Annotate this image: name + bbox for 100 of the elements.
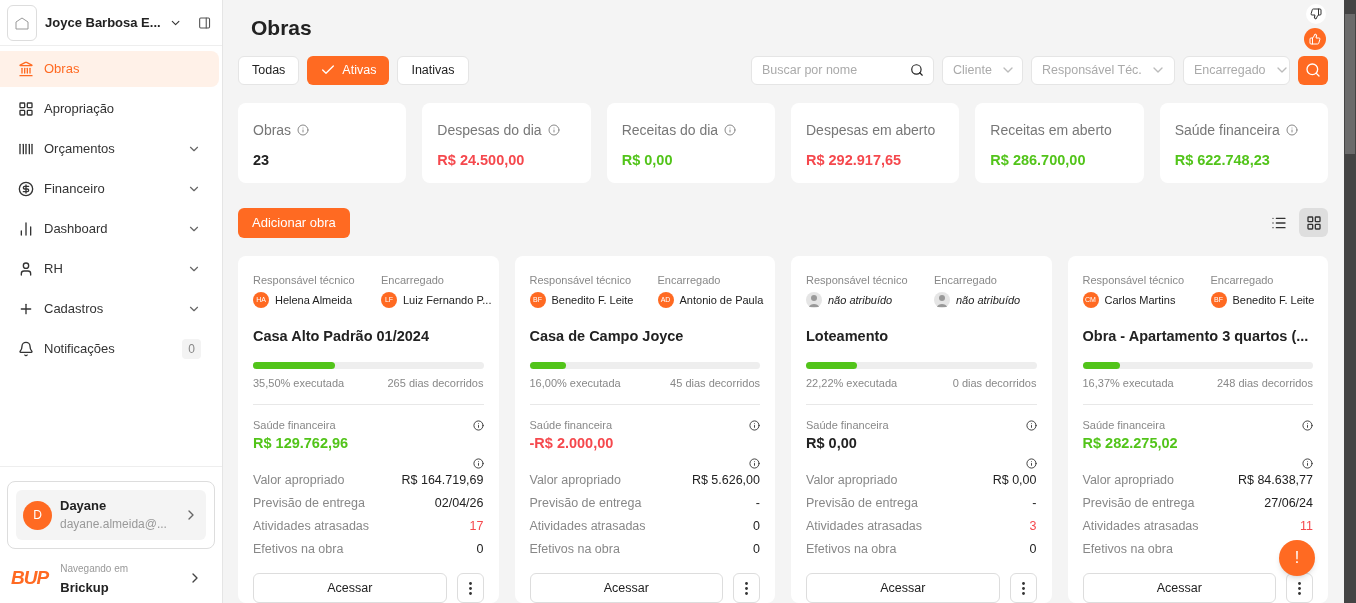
more-icon bbox=[1298, 581, 1301, 595]
user-card[interactable]: D Dayane dayane.almeida@... bbox=[7, 481, 215, 549]
dollar-icon bbox=[18, 181, 34, 197]
stat-label: Saúde financeira bbox=[1174, 120, 1280, 140]
grid-icon bbox=[18, 101, 34, 117]
field-label: Responsável técnico bbox=[1082, 272, 1185, 288]
sidebar-item[interactable]: Orçamentos bbox=[0, 131, 219, 167]
field-value: 02/04/26 bbox=[434, 495, 484, 513]
field-label: Encarregado bbox=[657, 272, 722, 288]
bar-chart-icon bbox=[18, 221, 34, 237]
field-value: - bbox=[1032, 495, 1037, 513]
progress-text: 22,22% executada bbox=[806, 376, 898, 392]
stat-value: R$ 24.500,00 bbox=[437, 150, 526, 170]
person-name: Antonio de Paula bbox=[679, 293, 764, 308]
stat-label: Receitas em aberto bbox=[990, 120, 1112, 140]
more-button[interactable] bbox=[1286, 573, 1313, 603]
more-icon bbox=[745, 581, 748, 595]
workspace-name: Brickup bbox=[60, 579, 110, 597]
field-label: Valor apropriado bbox=[253, 472, 345, 490]
access-button[interactable]: Acessar bbox=[1082, 573, 1276, 603]
sidebar-toggle-icon[interactable] bbox=[197, 14, 211, 31]
field-label: Efetivos na obra bbox=[529, 541, 620, 559]
more-icon bbox=[468, 581, 472, 595]
field-label: Responsável técnico bbox=[253, 272, 356, 288]
company-name: Joyce Barbosa E... bbox=[45, 13, 161, 32]
filter-tab[interactable]: Todas bbox=[238, 55, 300, 85]
grid-view-button[interactable] bbox=[1299, 208, 1328, 237]
info-icon[interactable] bbox=[1025, 419, 1037, 431]
info-icon[interactable] bbox=[1302, 419, 1313, 431]
field-label: Valor apropriado bbox=[529, 472, 621, 490]
field-value: R$ 5.626,00 bbox=[691, 472, 760, 490]
days-text: 45 dias decorridos bbox=[670, 376, 760, 392]
field-label: Responsável técnico bbox=[806, 272, 909, 288]
sidebar-item[interactable]: Notificações 0 bbox=[0, 331, 219, 367]
person-name: não atribuído bbox=[828, 293, 893, 308]
field-value: 0 bbox=[753, 541, 760, 559]
dislike-button[interactable] bbox=[1306, 4, 1326, 24]
stat-label: Obras bbox=[253, 120, 292, 140]
more-button[interactable] bbox=[456, 573, 484, 603]
sidebar-item[interactable]: Dashboard bbox=[0, 211, 219, 247]
field-label: Previsão de entrega bbox=[1082, 495, 1195, 513]
company-logo bbox=[7, 4, 37, 41]
bank-icon bbox=[18, 61, 34, 77]
field-label: Saúde financeira bbox=[253, 417, 336, 433]
project-title: Loteamento bbox=[806, 326, 890, 346]
more-button[interactable] bbox=[733, 573, 760, 603]
thumbs-up-icon bbox=[1309, 33, 1321, 45]
page-title: Obras bbox=[251, 15, 312, 41]
filter-tab[interactable]: Inativas bbox=[397, 55, 469, 85]
info-icon[interactable] bbox=[1025, 458, 1037, 469]
stat-value: R$ 286.700,00 bbox=[990, 150, 1087, 170]
person-name: Carlos Martins bbox=[1104, 293, 1176, 308]
sidebar-item[interactable]: Financeiro bbox=[0, 171, 219, 207]
more-icon bbox=[1021, 581, 1025, 595]
field-label: Responsável técnico bbox=[529, 272, 632, 288]
field-label: Encarregado bbox=[1210, 272, 1275, 288]
field-value: 0 bbox=[753, 518, 760, 536]
notification-count: 0 bbox=[182, 339, 201, 359]
stat-value: R$ 0,00 bbox=[621, 150, 674, 170]
health-value: R$ 282.275,02 bbox=[1082, 434, 1179, 454]
field-label: Saúde financeira bbox=[1082, 417, 1166, 433]
field-value: 3 bbox=[1029, 518, 1037, 536]
field-label: Valor apropriado bbox=[806, 472, 898, 490]
info-icon[interactable] bbox=[472, 458, 484, 469]
info-icon[interactable] bbox=[749, 458, 760, 469]
field-value: 27/06/24 bbox=[1264, 495, 1313, 513]
health-value: R$ 129.762,96 bbox=[253, 434, 350, 454]
days-text: 265 dias decorridos bbox=[387, 376, 484, 392]
field-value: 11 bbox=[1300, 518, 1313, 536]
person-name: Benedito F. Leite bbox=[551, 293, 634, 308]
more-button[interactable] bbox=[1009, 573, 1037, 603]
project-title: Casa de Campo Joyce bbox=[529, 326, 685, 346]
health-value: R$ 0,00 bbox=[806, 434, 858, 454]
sidebar-item[interactable]: Apropriação bbox=[0, 91, 219, 127]
field-label: Atividades atrasadas bbox=[1082, 518, 1199, 536]
user-name: Dayane bbox=[60, 497, 108, 515]
field-label: Encarregado bbox=[381, 272, 445, 288]
info-icon[interactable] bbox=[472, 419, 484, 431]
field-value: 0 bbox=[476, 541, 484, 559]
access-button[interactable]: Acessar bbox=[806, 573, 1000, 603]
sidebar-item[interactable]: Cadastros bbox=[0, 291, 219, 327]
person-name: Benedito F. Leite bbox=[1232, 293, 1315, 308]
info-icon[interactable] bbox=[749, 419, 760, 431]
project-title: Obra - Apartamento 3 quartos (... bbox=[1082, 326, 1310, 346]
stat-label: Despesas em aberto bbox=[806, 120, 936, 140]
sidebar-item[interactable]: RH bbox=[0, 251, 219, 287]
field-label: Previsão de entrega bbox=[529, 495, 642, 513]
grid-icon bbox=[1305, 214, 1322, 231]
access-button[interactable]: Acessar bbox=[253, 573, 447, 603]
access-button[interactable]: Acessar bbox=[529, 573, 723, 603]
info-icon[interactable] bbox=[1302, 458, 1313, 469]
health-value: -R$ 2.000,00 bbox=[529, 434, 615, 454]
search-field[interactable]: Buscar por nome bbox=[751, 55, 934, 85]
brand-logo: BUP bbox=[11, 565, 49, 590]
field-label: Efetivos na obra bbox=[1082, 541, 1173, 559]
days-text: 0 dias decorridos bbox=[952, 376, 1037, 392]
search-button[interactable] bbox=[1298, 55, 1328, 85]
scrollbar[interactable] bbox=[1344, 0, 1356, 603]
search-icon bbox=[1305, 62, 1321, 78]
field-value: R$ 0,00 bbox=[992, 472, 1037, 490]
